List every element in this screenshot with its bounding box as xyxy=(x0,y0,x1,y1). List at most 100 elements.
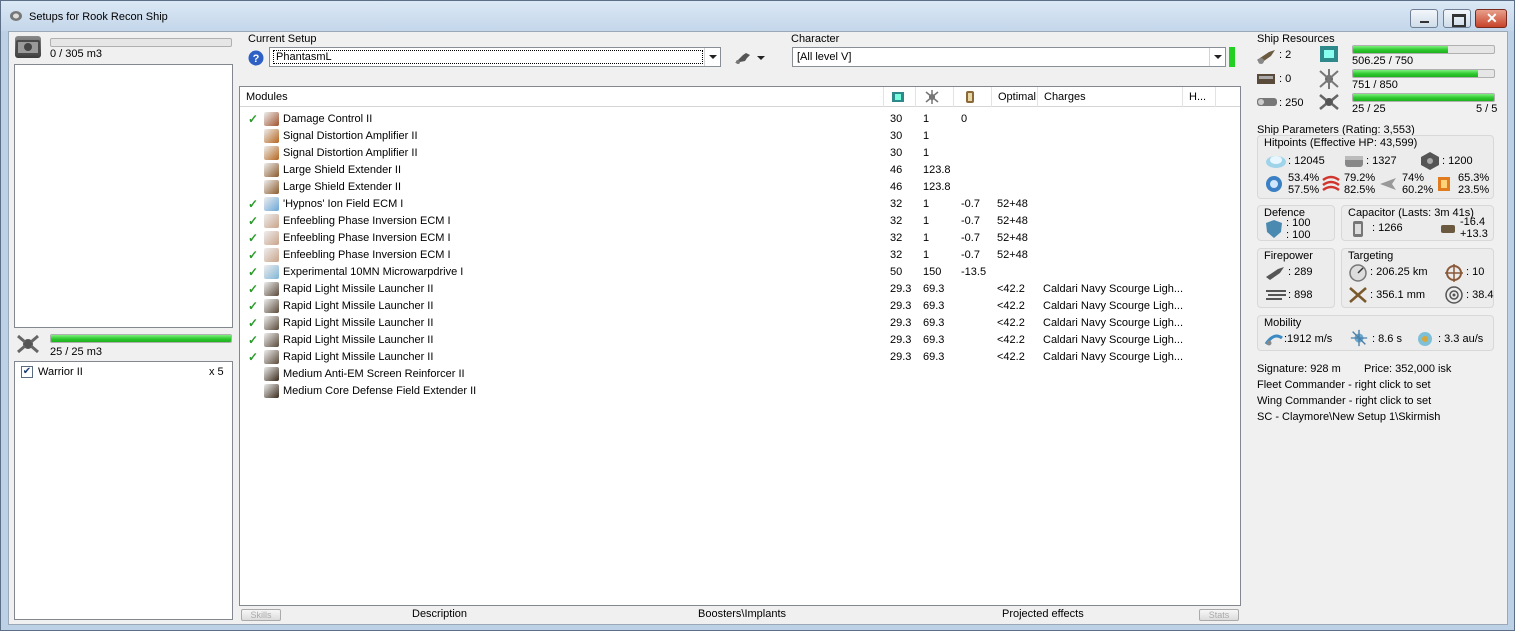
module-name: Rapid Light Missile Launcher II xyxy=(283,334,434,346)
column-cpu[interactable] xyxy=(884,87,916,107)
module-row[interactable]: ✓ Rapid Light Missile Launcher II 29.3 69.3… xyxy=(240,349,1240,366)
module-name: Rapid Light Missile Launcher II xyxy=(283,283,434,295)
capacitor-delta-b: +13.3 xyxy=(1460,228,1488,240)
drone-quantity: x 5 xyxy=(209,366,224,378)
module-active-check-icon[interactable]: ✓ xyxy=(248,231,258,245)
fleet-commander[interactable]: Fleet Commander - right click to set xyxy=(1257,379,1431,391)
minimize-button[interactable] xyxy=(1410,9,1438,28)
module-name: Large Shield Extender II xyxy=(283,181,402,193)
em-resist-armor: 57.5% xyxy=(1288,184,1320,196)
module-row[interactable]: ✓ Enfeebling Phase Inversion ECM I 32 1 -0.7… xyxy=(240,230,1240,247)
chevron-down-icon[interactable] xyxy=(704,48,720,66)
module-active-check-icon[interactable]: ✓ xyxy=(248,350,258,364)
calibration-value: : 250 xyxy=(1279,97,1304,109)
title-bar[interactable]: Setups for Rook Recon Ship ✕ xyxy=(1,1,1514,31)
tab-boosters-implants[interactable]: Boosters\Implants xyxy=(698,608,786,620)
module-cpu: 30 xyxy=(890,147,903,159)
ecm-icon xyxy=(264,214,279,228)
setup-select[interactable]: PhantasmL xyxy=(269,47,721,67)
module-row[interactable]: ✓ Rapid Light Missile Launcher II 29.3 69.3… xyxy=(240,281,1240,298)
help-icon[interactable]: ? xyxy=(248,50,264,66)
module-cpu: 30 xyxy=(890,113,903,125)
em-resist-icon xyxy=(1266,176,1282,192)
cargo-list[interactable] xyxy=(14,64,233,328)
window-title: Setups for Rook Recon Ship xyxy=(29,11,168,23)
module-active-check-icon[interactable]: ✓ xyxy=(248,333,258,347)
character-select[interactable]: [All level V] xyxy=(792,47,1226,67)
kinetic-resist-armor: 60.2% xyxy=(1402,184,1434,196)
wing-commander[interactable]: Wing Commander - right click to set xyxy=(1257,395,1431,407)
module-row[interactable]: ✓ Rapid Light Missile Launcher II 29.3 69.3… xyxy=(240,298,1240,315)
thermal-resist-icon xyxy=(1322,175,1340,192)
module-row[interactable]: ✓ Enfeebling Phase Inversion ECM I 32 1 -0.7… xyxy=(240,247,1240,264)
setup-tools-button[interactable] xyxy=(729,47,777,71)
module-row[interactable]: ✓ Damage Control II 30 1 0 xyxy=(240,111,1240,128)
explosive-resist-shield: 65.3% xyxy=(1458,172,1490,184)
active-drones: 5 / 5 xyxy=(1476,103,1498,115)
module-active-check-icon[interactable]: ✓ xyxy=(248,112,258,126)
module-row[interactable]: ✓ 'Hypnos' Ion Field ECM I 32 1 -0.7 52+48 xyxy=(240,196,1240,213)
thermal-resist-armor: 82.5% xyxy=(1344,184,1376,196)
drone-list[interactable]: ✔ Warrior II x 5 xyxy=(14,361,233,620)
drone-checkbox[interactable]: ✔ xyxy=(21,366,33,378)
maximize-button[interactable] xyxy=(1443,9,1471,28)
mwd-icon xyxy=(264,265,279,279)
stats-tab-button[interactable]: Stats xyxy=(1199,609,1239,621)
module-active-check-icon[interactable]: ✓ xyxy=(248,197,258,211)
module-name: Rapid Light Missile Launcher II xyxy=(283,317,434,329)
module-active-check-icon[interactable]: ✓ xyxy=(248,316,258,330)
targeting-group: Targeting : 206.25 km : 10 : 356.1 mm : … xyxy=(1341,248,1494,308)
module-active-check-icon[interactable]: ✓ xyxy=(248,265,258,279)
skills-tab-button[interactable]: Skills xyxy=(241,609,281,621)
module-active-check-icon[interactable]: ✓ xyxy=(248,248,258,262)
cpu-icon xyxy=(892,92,904,102)
capacitor-group: Capacitor (Lasts: 3m 41s) : 1266 -16.4 +… xyxy=(1341,205,1494,241)
drone-item[interactable]: ✔ Warrior II x 5 xyxy=(21,365,226,380)
module-row[interactable]: Large Shield Extender II 46 123.8 xyxy=(240,162,1240,179)
module-active-check-icon[interactable]: ✓ xyxy=(248,299,258,313)
column-optimal[interactable]: Optimal xyxy=(992,87,1038,107)
capacitor-icon xyxy=(966,91,974,103)
module-row[interactable]: ✓ Experimental 10MN Microwarpdrive I 50 150… xyxy=(240,264,1240,281)
module-cpu: 29.3 xyxy=(890,317,912,329)
module-row[interactable]: ✓ Enfeebling Phase Inversion ECM I 32 1 -0.7… xyxy=(240,213,1240,230)
module-charges: Caldari Navy Scourge Ligh... xyxy=(1043,283,1184,295)
chevron-down-icon[interactable] xyxy=(1209,48,1225,66)
module-row[interactable]: Signal Distortion Amplifier II 30 1 xyxy=(240,145,1240,162)
column-heat[interactable]: H... xyxy=(1183,87,1216,107)
module-name: Large Shield Extender II xyxy=(283,164,402,176)
module-row[interactable]: ✓ Rapid Light Missile Launcher II 29.3 69.3… xyxy=(240,315,1240,332)
module-row[interactable]: Large Shield Extender II 46 123.8 xyxy=(240,179,1240,196)
column-capacitor[interactable] xyxy=(954,87,992,107)
module-optimal: 52+48 xyxy=(997,232,1028,244)
signature-radius: Signature: 928 m xyxy=(1257,363,1341,375)
module-row[interactable]: Medium Core Defense Field Extender II xyxy=(240,383,1240,400)
sensor-strength: : 38.4 xyxy=(1466,289,1494,301)
capacitor-value: : 1266 xyxy=(1372,222,1403,234)
missile-launcher-icon xyxy=(264,299,279,313)
capacitor-title: Capacitor (Lasts: 3m 41s) xyxy=(1348,207,1474,219)
modules-list[interactable]: Modules Optimal Charges H... ✓ Damage Con… xyxy=(239,86,1241,606)
module-row[interactable]: Signal Distortion Amplifier II 30 1 xyxy=(240,128,1240,145)
module-name: Enfeebling Phase Inversion ECM I xyxy=(283,232,451,244)
column-charges[interactable]: Charges xyxy=(1038,87,1183,107)
setup-path: SC - Claymore\New Setup 1\Skirmish xyxy=(1257,411,1441,423)
rig-icon xyxy=(264,367,279,381)
module-cpu: 30 xyxy=(890,130,903,142)
column-powergrid[interactable] xyxy=(916,87,954,107)
column-modules[interactable]: Modules xyxy=(240,87,884,107)
module-row[interactable]: Medium Anti-EM Screen Reinforcer II xyxy=(240,366,1240,383)
cpu-usage: 506.25 / 750 xyxy=(1352,55,1414,67)
module-row[interactable]: ✓ Rapid Light Missile Launcher II 29.3 69.3… xyxy=(240,332,1240,349)
tab-projected-effects[interactable]: Projected effects xyxy=(1002,608,1084,620)
target-range-icon xyxy=(1349,264,1367,282)
module-powergrid: 69.3 xyxy=(923,283,945,295)
tab-description[interactable]: Description xyxy=(412,608,467,620)
module-cpu: 32 xyxy=(890,249,903,261)
module-active-check-icon[interactable]: ✓ xyxy=(248,282,258,296)
module-active-check-icon[interactable]: ✓ xyxy=(248,214,258,228)
close-button[interactable]: ✕ xyxy=(1475,9,1507,28)
warp-speed: : 3.3 au/s xyxy=(1438,333,1484,345)
cargo-progress xyxy=(50,38,232,47)
module-powergrid: 123.8 xyxy=(923,181,951,193)
